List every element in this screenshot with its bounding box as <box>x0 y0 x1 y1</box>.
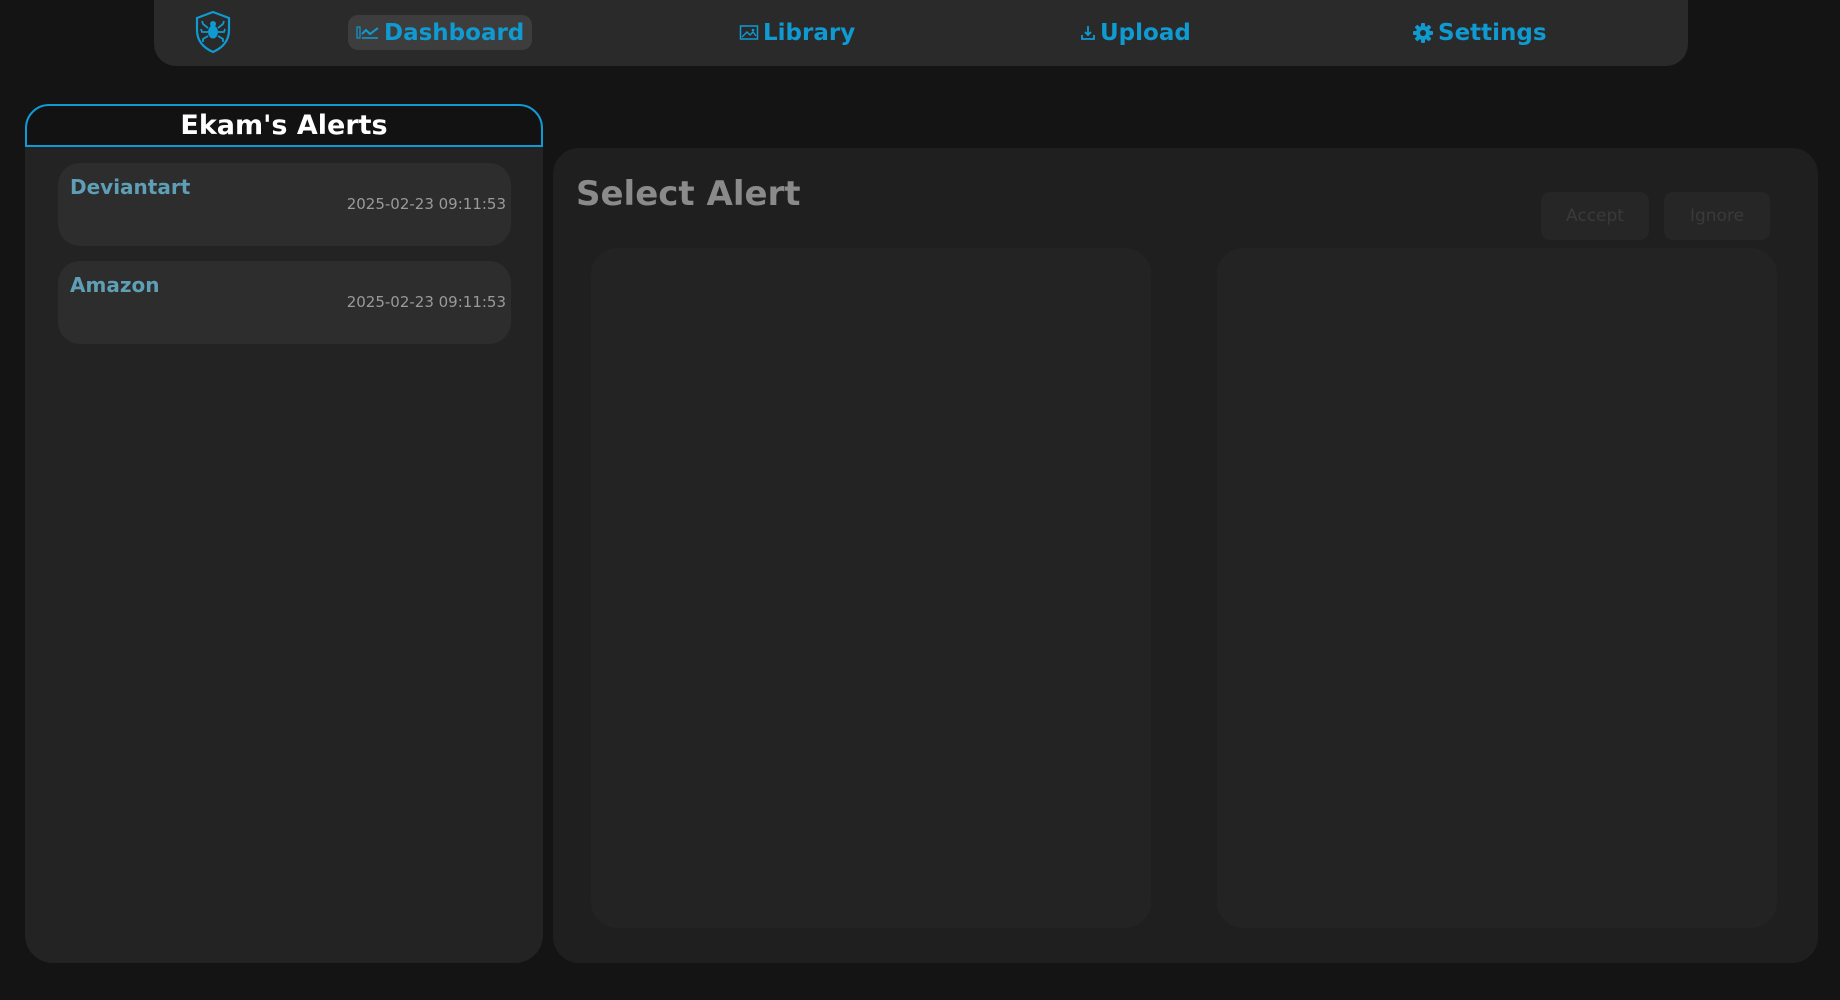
nav-item-upload[interactable]: Upload <box>1072 15 1199 50</box>
nav-item-library[interactable]: Library <box>731 15 863 50</box>
chart-icon <box>356 25 380 41</box>
page-title: Select Alert <box>576 174 801 214</box>
alert-item-deviantart[interactable]: Deviantart 2025-02-23 09:11:53 <box>58 163 511 246</box>
gear-icon <box>1412 22 1434 44</box>
matched-image-preview <box>1217 248 1777 928</box>
alert-name: Deviantart <box>70 175 191 199</box>
shield-spider-icon[interactable] <box>194 10 232 54</box>
alert-name: Amazon <box>70 273 160 297</box>
original-image-preview <box>591 248 1151 928</box>
alert-timestamp: 2025-02-23 09:11:53 <box>346 195 506 213</box>
nav-label-settings: Settings <box>1438 19 1547 46</box>
upload-icon <box>1080 24 1096 42</box>
alert-detail-panel: Select Alert Accept Ignore <box>553 148 1818 963</box>
nav-label-upload: Upload <box>1100 19 1191 46</box>
accept-button[interactable]: Accept <box>1541 192 1649 240</box>
nav-item-dashboard[interactable]: Dashboard <box>348 15 533 50</box>
image-icon <box>739 24 759 42</box>
ignore-button[interactable]: Ignore <box>1664 192 1770 240</box>
top-nav-bar: Dashboard Library Upload Settings <box>154 0 1688 66</box>
alert-timestamp: 2025-02-23 09:11:53 <box>346 293 506 311</box>
alert-item-amazon[interactable]: Amazon 2025-02-23 09:11:53 <box>58 261 511 344</box>
alerts-list: Deviantart 2025-02-23 09:11:53 Amazon 20… <box>25 147 543 963</box>
alerts-header: Ekam's Alerts <box>25 104 543 147</box>
alerts-title: Ekam's Alerts <box>180 110 388 141</box>
nav-item-settings[interactable]: Settings <box>1404 15 1555 50</box>
nav-label-library: Library <box>763 19 856 46</box>
nav-label-dashboard: Dashboard <box>384 19 525 46</box>
